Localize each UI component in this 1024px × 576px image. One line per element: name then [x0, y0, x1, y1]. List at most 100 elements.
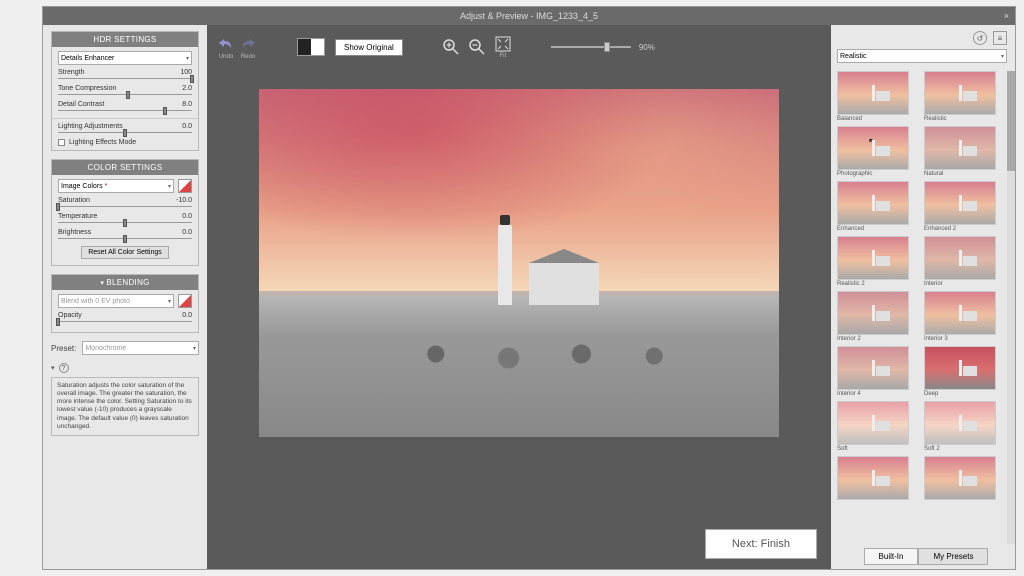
blend-swatch-icon[interactable]	[178, 294, 192, 308]
slider-thumb[interactable]	[126, 91, 130, 99]
preset-dropdown[interactable]: Monochrome ▾	[82, 341, 199, 355]
preview-toolbar: Undo Redo Show Original	[207, 25, 831, 69]
preview-image[interactable]	[259, 89, 779, 437]
help-text: Saturation adjusts the color saturation …	[51, 377, 199, 436]
preset-item: Interior 4	[837, 346, 918, 399]
color-slider-1[interactable]	[58, 220, 192, 226]
slider-value: -10.0	[176, 197, 192, 204]
opacity-slider[interactable]	[58, 319, 192, 325]
redo-label: Redo	[239, 54, 257, 60]
show-original-button[interactable]: Show Original	[335, 39, 403, 56]
preset-item: Interior 3	[924, 291, 1005, 344]
preset-thumbnail[interactable]: ↖	[837, 126, 909, 170]
slider-thumb[interactable]	[56, 318, 60, 326]
preset-thumbnail[interactable]	[924, 346, 996, 390]
preset-thumbnail[interactable]	[837, 346, 909, 390]
slider-thumb[interactable]	[56, 203, 60, 211]
zoom-out-icon[interactable]	[469, 39, 485, 55]
compare-split-icon[interactable]	[297, 38, 325, 56]
hdr-slider-2[interactable]	[58, 108, 192, 114]
lighting-label: Lighting Adjustments	[58, 123, 123, 130]
hdr-settings-header: HDR SETTINGS	[52, 32, 198, 47]
preset-label: Interior 4	[837, 391, 918, 397]
lighting-slider[interactable]	[58, 130, 192, 136]
fit-icon[interactable]	[495, 36, 511, 52]
color-slider-0[interactable]	[58, 204, 192, 210]
slider-thumb[interactable]	[163, 107, 167, 115]
zoom-slider[interactable]	[551, 46, 631, 48]
tab-mypresets[interactable]: My Presets	[918, 548, 988, 565]
reset-view-icon[interactable]: ↺	[973, 31, 987, 45]
slider-thumb[interactable]	[123, 235, 127, 243]
preset-thumbnail[interactable]	[924, 126, 996, 170]
preset-item: Deep	[924, 346, 1005, 399]
preset-item: Enhanced 2	[924, 181, 1005, 234]
blending-source-dropdown[interactable]: Blend with 0 EV photo ▾	[58, 294, 174, 308]
reset-color-button[interactable]: Reset All Color Settings	[81, 246, 169, 259]
titlebar: Adjust & Preview - IMG_1233_4_5 ×	[43, 7, 1015, 25]
preset-label: Enhanced 2	[924, 226, 1005, 232]
lighting-checkbox-label: Lighting Effects Mode	[69, 139, 136, 146]
preset-thumbnail[interactable]	[837, 181, 909, 225]
slider-thumb[interactable]	[123, 219, 127, 227]
preset-label: Interior 3	[924, 336, 1005, 342]
preset-row: Preset: Monochrome ▾	[51, 341, 199, 355]
preset-category-dropdown[interactable]: Realistic ▾	[837, 49, 1007, 63]
slider-value: 0.0	[182, 213, 192, 220]
slider-value: 2.0	[182, 85, 192, 92]
slider-label: Strength	[58, 69, 84, 76]
hdr-slider-0[interactable]	[58, 76, 192, 82]
preset-item: Natural	[924, 126, 1005, 179]
preset-thumbnail[interactable]	[837, 236, 909, 280]
preset-thumbnail[interactable]	[924, 291, 996, 335]
color-slider-2[interactable]	[58, 236, 192, 242]
preset-label: Soft 2	[924, 446, 1005, 452]
close-icon[interactable]: ×	[1004, 7, 1009, 25]
preset-category-value: Realistic	[840, 53, 866, 60]
slider-label: Tone Compression	[58, 85, 116, 92]
window-title: Adjust & Preview - IMG_1233_4_5	[460, 11, 598, 21]
preset-label: Natural	[924, 171, 1005, 177]
preset-label: Photographic	[837, 171, 918, 177]
presets-scrollbar[interactable]	[1007, 71, 1015, 544]
tab-builtin[interactable]: Built-In	[864, 548, 919, 565]
preset-thumbnail[interactable]	[837, 291, 909, 335]
preset-thumbnail[interactable]	[837, 71, 909, 115]
lighting-effects-checkbox[interactable]: Lighting Effects Mode	[58, 139, 192, 146]
preset-label: Realistic 2	[837, 281, 918, 287]
fit-label: Fit	[499, 53, 506, 59]
blending-section: ▾ BLENDING Blend with 0 EV photo ▾ Opaci…	[51, 274, 199, 333]
preset-thumbnail[interactable]	[837, 401, 909, 445]
color-settings-header: COLOR SETTINGS	[52, 160, 198, 175]
preset-thumbnail[interactable]	[924, 456, 996, 500]
next-finish-button[interactable]: Next: Finish	[705, 529, 817, 559]
undo-icon[interactable]	[217, 35, 235, 53]
blending-header[interactable]: ▾ BLENDING	[52, 275, 198, 290]
help-toggle[interactable]: ▾ ?	[51, 363, 199, 373]
preset-item: Enhanced	[837, 181, 918, 234]
color-mode-dropdown[interactable]: Image Colors * ▾	[58, 179, 174, 193]
presets-panel: ↺ ≡ Realistic ▾ BalancedRealistic↖Photog…	[831, 25, 1015, 569]
preset-thumbnail[interactable]	[837, 456, 909, 500]
slider-value: 8.0	[182, 101, 192, 108]
hdr-slider-1[interactable]	[58, 92, 192, 98]
preset-value: Monochrome	[85, 345, 126, 352]
preset-thumbnail[interactable]	[924, 181, 996, 225]
preset-thumbnail[interactable]	[924, 236, 996, 280]
lighting-value: 0.0	[182, 123, 192, 130]
slider-thumb[interactable]	[123, 129, 127, 137]
slider-thumb[interactable]	[190, 75, 194, 83]
hdr-method-dropdown[interactable]: Details Enhancer ▾	[58, 51, 192, 65]
hdr-method-value: Details Enhancer	[61, 55, 114, 62]
chevron-down-icon: ▾	[186, 55, 189, 62]
scrollbar-thumb[interactable]	[1007, 71, 1015, 171]
chevron-down-icon: ▾	[168, 183, 171, 190]
preset-item	[837, 456, 918, 503]
color-swatch-icon[interactable]	[178, 179, 192, 193]
preset-thumbnail[interactable]	[924, 71, 996, 115]
list-view-icon[interactable]: ≡	[993, 31, 1007, 45]
preset-thumbnail[interactable]	[924, 401, 996, 445]
redo-icon[interactable]	[239, 35, 257, 53]
slider-thumb[interactable]	[604, 42, 610, 52]
zoom-in-icon[interactable]	[443, 39, 459, 55]
